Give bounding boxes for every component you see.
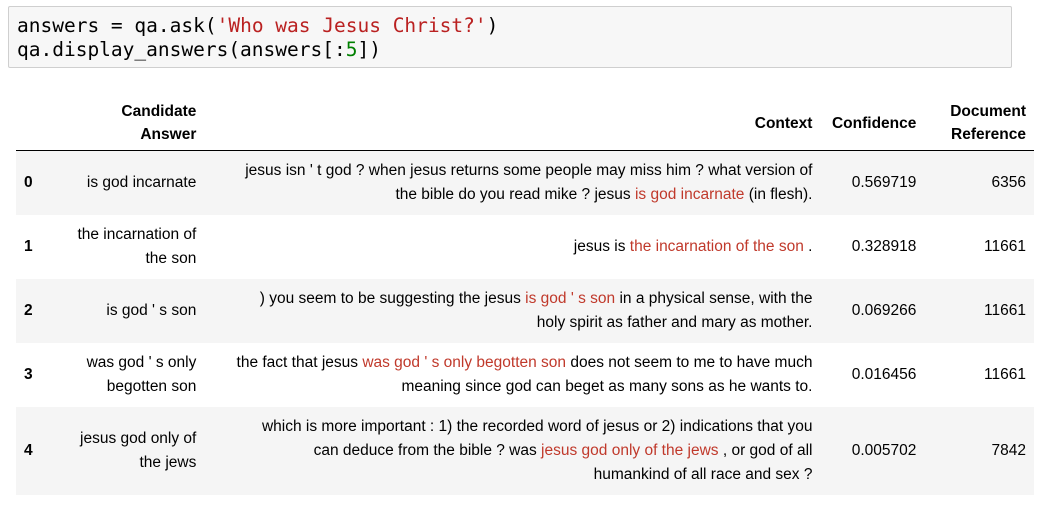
code-text: ): [486, 14, 499, 37]
answer-text: was god ' s only: [86, 353, 197, 371]
header-candidate-answer: Candidate Answer: [56, 96, 205, 151]
candidate-answer: the incarnation of the son: [56, 215, 205, 279]
context-text: (in flesh).: [744, 185, 813, 203]
table-row: 2 is god ' s son ) you seem to be sugges…: [16, 278, 1034, 343]
answer-text: the incarnation of: [77, 225, 197, 243]
context-text: ) you seem to be suggesting the jesus: [259, 289, 526, 307]
table-header: Candidate Answer Context Confidence Docum…: [16, 96, 1034, 151]
answer-highlight: the incarnation of the son: [629, 237, 804, 255]
answer-highlight: was god ' s only begotten son: [362, 353, 567, 371]
document-reference: 11661: [984, 301, 1026, 319]
code-cell[interactable]: answers = qa.ask('Who was Jesus Christ?'…: [8, 6, 1012, 68]
candidate-answer: jesus god only of the jews: [56, 407, 205, 495]
context-text: can deduce from the bible ? was: [313, 441, 542, 459]
header-context: Context: [754, 114, 813, 132]
answer-highlight: is god incarnate: [634, 185, 745, 203]
context-text: does not seem to me to have much: [566, 353, 813, 371]
table-row: 1 the incarnation of the son jesus is the…: [16, 215, 1034, 279]
document-reference: 7842: [991, 441, 1026, 459]
answer-highlight: is god ' s son: [525, 289, 616, 307]
answer-text: jesus god only of: [80, 429, 197, 447]
row-index: 4: [24, 441, 33, 459]
answer-highlight: jesus god only of the jews: [541, 441, 719, 459]
row-index: 1: [24, 237, 33, 255]
answer-text: begotten son: [106, 377, 197, 395]
code-line-2: qa.display_answers(answers[:5]): [17, 38, 381, 62]
header-text: Reference: [951, 126, 1026, 143]
document-reference: 6356: [991, 173, 1026, 191]
context-cell: ) you seem to be suggesting the jesus is…: [204, 279, 820, 343]
context-text: .: [803, 237, 813, 255]
header-index: [16, 96, 56, 151]
code-line-1: answers = qa.ask('Who was Jesus Christ?'…: [17, 14, 498, 38]
context-text: holy spirit as father and mary as mother…: [536, 313, 813, 331]
context-cell: jesus isn ' t god ? when jesus returns s…: [204, 151, 820, 215]
context-text: jesus isn ' t god ? when jesus returns s…: [245, 161, 813, 179]
answer-text: the son: [145, 249, 197, 267]
header-document-reference: Document Reference: [924, 96, 1034, 151]
context-text: jesus is: [573, 237, 630, 255]
context-cell: the fact that jesus was god ' s only beg…: [204, 343, 820, 407]
code-string: 'Who was Jesus Christ?': [216, 14, 487, 37]
code-number: 5: [345, 38, 358, 61]
table-row: 4 jesus god only of the jews which is mor…: [16, 406, 1034, 495]
context-text: meaning since god can beget as many sons…: [401, 377, 813, 395]
context-text: in a physical sense, with the: [615, 289, 813, 307]
row-index: 2: [24, 301, 33, 319]
candidate-answer: is god incarnate: [86, 173, 197, 191]
confidence-value: 0.569719: [851, 173, 917, 191]
table-row: 0 is god incarnate jesus isn ' t god ? w…: [16, 150, 1034, 215]
document-reference: 11661: [984, 237, 1026, 255]
code-text: ]): [357, 38, 381, 61]
context-cell: which is more important : 1) the recorde…: [204, 407, 820, 495]
header-text: Answer: [140, 126, 197, 143]
confidence-value: 0.069266: [851, 301, 917, 319]
header-confidence: Confidence: [831, 114, 917, 132]
context-text: the bible do you read mike ? jesus: [395, 185, 635, 203]
answer-text: the jews: [139, 453, 197, 471]
row-index: 0: [24, 173, 33, 191]
context-text: , or god of all: [718, 441, 813, 459]
context-text: humankind of all race and sex ?: [593, 465, 813, 483]
context-text: the fact that jesus: [236, 353, 363, 371]
document-reference: 11661: [984, 365, 1026, 383]
code-text: qa.display_answers(answers[:: [17, 38, 346, 61]
confidence-value: 0.016456: [851, 365, 917, 383]
candidate-answer: was god ' s only begotten son: [56, 343, 205, 407]
table-row: 3 was god ' s only begotten son the fact …: [16, 343, 1034, 407]
confidence-value: 0.328918: [851, 237, 917, 255]
context-cell: jesus is the incarnation of the son .: [204, 215, 820, 279]
answers-table: Candidate Answer Context Confidence Docum…: [16, 96, 1034, 495]
header-text: Candidate: [121, 103, 197, 120]
row-index: 3: [24, 365, 33, 383]
context-text: which is more important : 1) the recorde…: [261, 417, 813, 435]
header-text: Document: [950, 103, 1026, 120]
confidence-value: 0.005702: [851, 441, 917, 459]
code-text: answers = qa.ask(: [17, 14, 217, 37]
candidate-answer: is god ' s son: [106, 301, 197, 319]
